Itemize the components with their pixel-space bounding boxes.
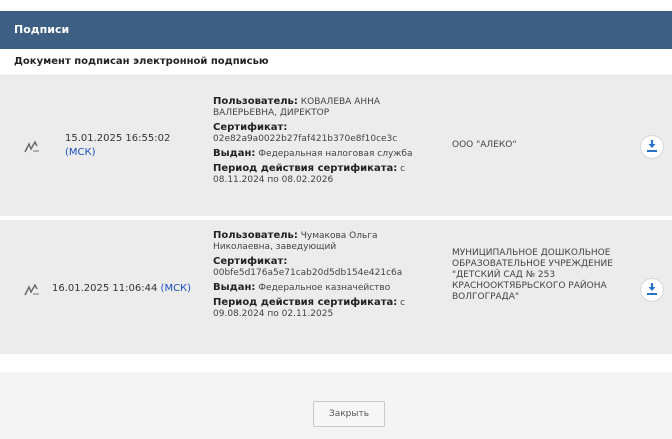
signature-date: 15.01.2025 16:55:02 [65, 133, 171, 144]
signature-icon [24, 139, 40, 153]
user-label: Пользователь: [213, 96, 298, 107]
issued-label: Выдан: [213, 282, 256, 293]
timezone-link[interactable]: (МСК) [65, 146, 170, 160]
download-button[interactable] [640, 135, 664, 159]
signature-date: 16.01.2025 11:06:44 [52, 283, 158, 294]
organization-name: ООО "АЛЕКО" [452, 140, 517, 150]
signature-date-block: 15.01.2025 16:55:02 (МСК) [65, 132, 170, 160]
signature-row: 15.01.2025 16:55:02 (МСК) Пользователь: … [0, 76, 672, 220]
certificate-details: Пользователь: КОВАЛЕВА АННА ВАЛЕРЬЕВНА, … [213, 96, 433, 189]
close-button[interactable]: Закрыть [313, 401, 385, 427]
period-label: Период действия сертификата: [213, 297, 398, 308]
list-bottom-gap [0, 358, 672, 372]
issued-value: Федеральное казначейство [258, 283, 391, 293]
signature-row: 16.01.2025 11:06:44 (МСК) Пользователь: … [0, 220, 672, 358]
issued-value: Федеральная налоговая служба [258, 149, 413, 159]
organization-name: МУНИЦИПАЛЬНОЕ ДОШКОЛЬНОЕ ОБРАЗОВАТЕЛЬНОЕ… [452, 248, 613, 302]
dialog-title: Подписи [0, 11, 672, 49]
signature-icon [24, 282, 40, 296]
signatures-dialog: Подписи Документ подписан электронной по… [0, 0, 672, 439]
period-label: Период действия сертификата: [213, 163, 398, 174]
timezone-link[interactable]: (МСК) [161, 283, 192, 294]
download-icon [645, 281, 659, 300]
cert-value: 02e82a9a0022b27faf421b370e8f10ce3c [213, 134, 398, 144]
dialog-top-strip [0, 0, 672, 11]
signature-date-block: 16.01.2025 11:06:44 (МСК) [52, 282, 191, 296]
dialog-footer: Закрыть [0, 372, 672, 439]
download-button[interactable] [640, 278, 664, 302]
download-icon [645, 138, 659, 157]
issued-label: Выдан: [213, 148, 256, 159]
cert-label: Сертификат: [213, 122, 288, 133]
user-label: Пользователь: [213, 230, 298, 241]
dialog-subtitle: Документ подписан электронной подписью [0, 49, 672, 76]
cert-value: 00bfe5d176a5e71cab20d5db154e421c6a [213, 268, 403, 278]
certificate-details: Пользователь: Чумакова Ольга Николаевна,… [213, 230, 433, 323]
cert-label: Сертификат: [213, 256, 288, 267]
